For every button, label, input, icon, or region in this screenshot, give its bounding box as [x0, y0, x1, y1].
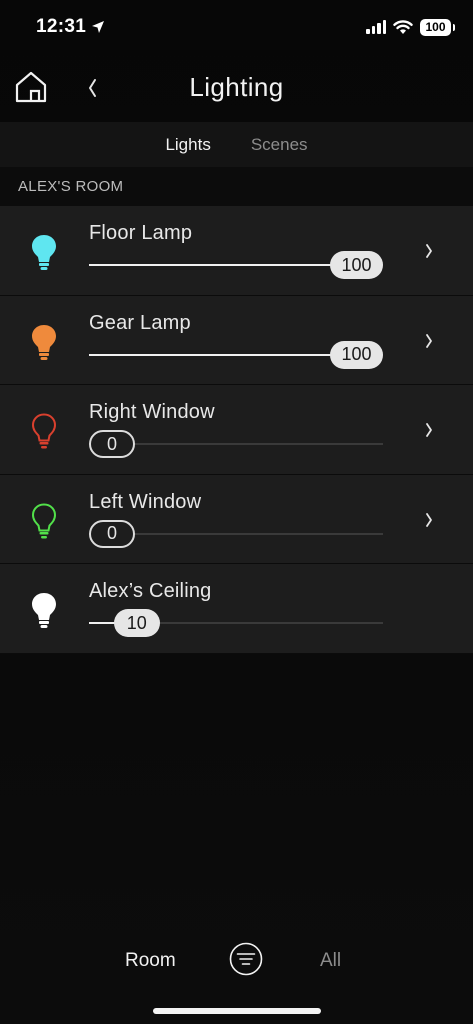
brightness-value: 100 [341, 344, 372, 364]
light-name: Alex’s Ceiling [89, 580, 212, 602]
slider-knob[interactable]: 10 [113, 609, 160, 637]
page-title: Lighting [189, 72, 284, 102]
brightness-value: 100 [341, 254, 372, 275]
location-arrow-icon [92, 21, 105, 33]
nav-header: Lighting [0, 54, 473, 122]
lights-list: Floor Lamp 100 Gear Lamp 100 Right Windo… [0, 206, 473, 654]
brightness-slider[interactable]: 0 [89, 429, 383, 459]
filter-all-button[interactable]: All [320, 950, 341, 972]
chevron-right-icon[interactable] [423, 240, 435, 262]
bulb-outline-icon [31, 413, 57, 449]
tab-bar: Lights Scenes [0, 122, 473, 167]
light-row-gear-lamp[interactable]: Gear Lamp 100 [0, 295, 473, 385]
status-time: 12:31 [36, 16, 87, 37]
filter-icon[interactable] [229, 942, 263, 976]
home-indicator[interactable] [153, 1008, 321, 1014]
chevron-right-icon[interactable] [423, 509, 435, 531]
battery-icon: 100 [420, 18, 455, 36]
brightness-value: 10 [126, 612, 147, 633]
bulb-outline-icon [31, 502, 57, 538]
light-name: Gear Lamp [89, 311, 191, 334]
chevron-right-icon[interactable] [423, 330, 435, 352]
status-bar: 12:31 100 [0, 0, 473, 54]
slider-fill [89, 264, 357, 266]
chevron-right-icon[interactable] [423, 419, 435, 441]
tab-lights[interactable]: Lights [145, 135, 230, 155]
lighting-screen: 12:31 100 Lighting Lights Scenes ALEX'S … [0, 0, 473, 1024]
light-row-left-window[interactable]: Left Window 0 [0, 474, 473, 564]
slider-fill [89, 353, 357, 356]
brightness-slider[interactable]: 100 [89, 250, 383, 280]
light-row-right-window[interactable]: Right Window 0 [0, 385, 473, 475]
bulb-icon [32, 235, 56, 270]
status-indicators: 100 [366, 18, 455, 36]
bottom-filter-bar: Room All [0, 930, 473, 990]
brightness-slider[interactable]: 10 [89, 608, 383, 638]
slider-knob[interactable]: 0 [89, 430, 135, 458]
brightness-value: 0 [106, 433, 117, 454]
wifi-icon [393, 19, 413, 34]
bulb-icon [32, 324, 56, 360]
brightness-slider[interactable]: 100 [89, 340, 383, 370]
battery-level: 100 [425, 20, 446, 34]
light-name: Floor Lamp [89, 222, 193, 244]
brightness-slider[interactable]: 0 [89, 519, 383, 549]
light-name: Left Window [89, 490, 202, 513]
section-header-room: ALEX'S ROOM [0, 167, 473, 206]
filter-room-button[interactable]: Room [125, 950, 176, 972]
slider-knob[interactable]: 0 [89, 519, 135, 548]
bulb-icon [32, 593, 56, 628]
slider-knob[interactable]: 100 [330, 340, 383, 369]
light-name: Right Window [89, 401, 215, 423]
slider-knob[interactable]: 100 [330, 251, 383, 279]
cellular-signal-icon [366, 20, 386, 34]
light-row-floor-lamp[interactable]: Floor Lamp 100 [0, 206, 473, 296]
brightness-value: 0 [106, 523, 117, 543]
tab-scenes[interactable]: Scenes [231, 135, 328, 155]
light-row-alexs-ceiling[interactable]: Alex’s Ceiling 10 [0, 564, 473, 654]
